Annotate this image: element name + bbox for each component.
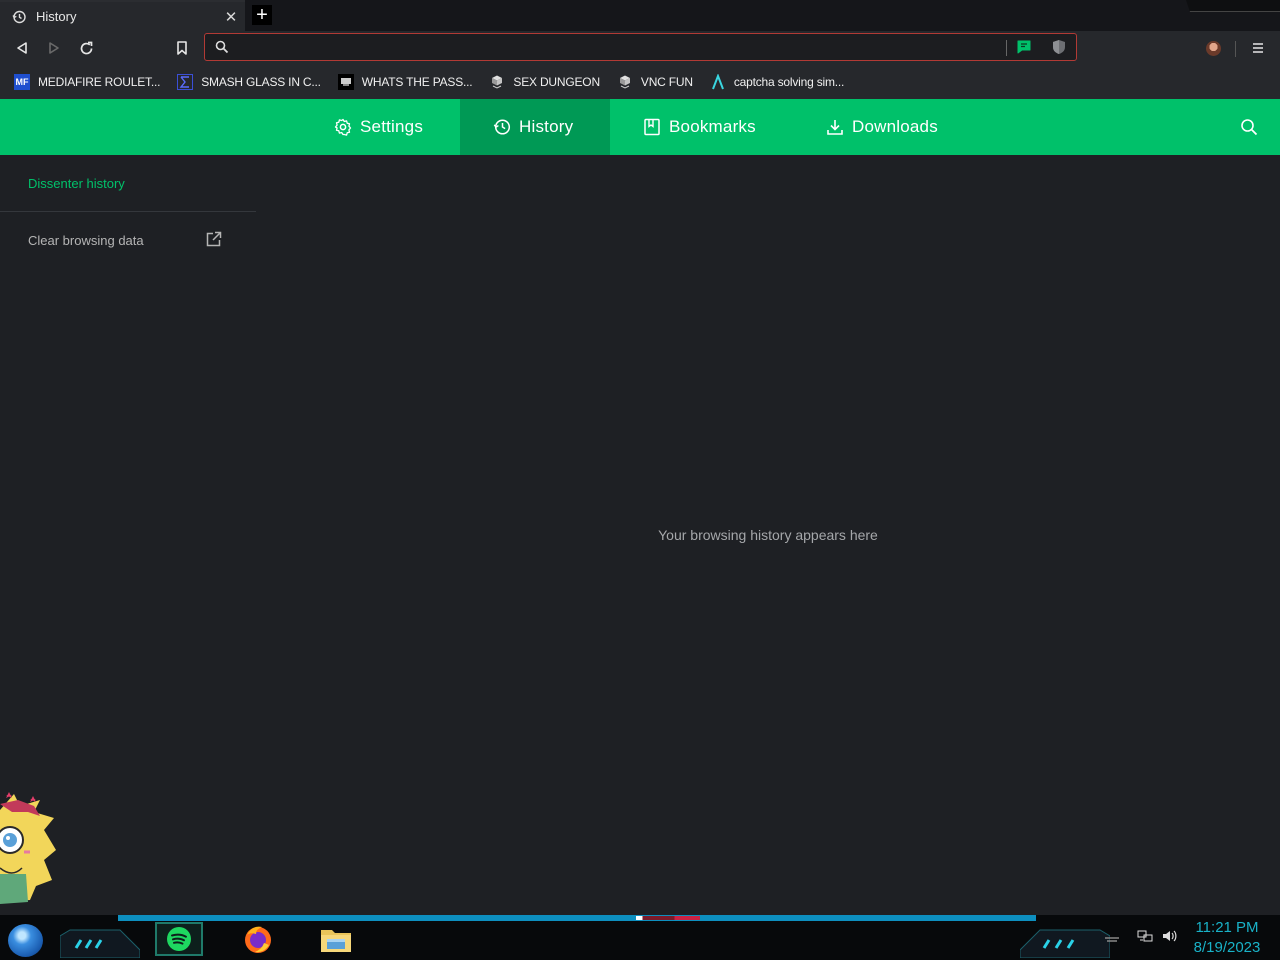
bookmark-item[interactable]: MF MEDIAFIRE ROULET... <box>14 70 160 94</box>
url-bar[interactable] <box>204 33 1077 61</box>
bookmark-label: MEDIAFIRE ROULET... <box>38 74 161 89</box>
window-controls[interactable] <box>1186 0 1280 12</box>
back-icon <box>17 42 27 54</box>
bookmarks-icon <box>644 118 660 136</box>
taskbar-progress-accent <box>636 916 700 920</box>
clear-browsing-data-link[interactable]: Clear browsing data <box>28 233 144 248</box>
shield-icon[interactable] <box>1052 39 1066 55</box>
spotify-icon <box>167 927 191 951</box>
external-link-icon[interactable] <box>205 231 222 248</box>
firefox-icon <box>245 926 271 953</box>
sigma-icon <box>177 73 194 90</box>
bookmark-label: SEX DUNGEON <box>513 74 600 89</box>
bookmark-item[interactable]: SMASH GLASS IN C... <box>177 70 321 94</box>
bookmark-page-button[interactable] <box>171 37 193 59</box>
bookmark-label: SMASH GLASS IN C... <box>201 74 321 89</box>
sidebar-divider <box>0 211 256 212</box>
reload-button[interactable] <box>75 37 97 59</box>
profile-avatar[interactable] <box>1206 41 1221 56</box>
tab-history[interactable]: History ✕ <box>0 0 245 31</box>
bookmarks-bar: MF MEDIAFIRE ROULET... SMASH GLASS IN C.… <box>0 64 1280 99</box>
history-icon <box>12 10 26 24</box>
tab-downloads[interactable]: Downloads <box>826 99 956 155</box>
taskbar <box>0 915 1280 960</box>
lambda-icon <box>710 73 726 90</box>
tab-strip: History ✕ + <box>0 0 1280 31</box>
history-icon <box>493 119 511 135</box>
toolbar-divider <box>1235 41 1236 57</box>
sidebar-heading[interactable]: Dissenter history <box>28 176 125 191</box>
start-button[interactable] <box>8 924 43 957</box>
menu-button[interactable] <box>1247 37 1269 59</box>
tab-bookmarks-label: Bookmarks <box>669 117 756 136</box>
tab-history-label: History <box>519 117 574 136</box>
tray-overflow-icon[interactable] <box>1104 928 1120 944</box>
hamburger-menu-icon <box>1253 43 1263 53</box>
clock-date[interactable]: 8/19/2023 <box>1190 939 1264 956</box>
history-content: Your browsing history appears here <box>256 155 1280 915</box>
back-button[interactable] <box>11 37 33 59</box>
tab-title: History <box>36 9 77 24</box>
desktop-character-widget[interactable] <box>0 790 56 915</box>
bookmark-item[interactable]: captcha solving sim... <box>710 70 844 94</box>
tab-settings-label: Settings <box>360 117 424 136</box>
network-icon[interactable] <box>1137 928 1153 944</box>
tab-downloads-label: Downloads <box>852 117 938 136</box>
empty-state-message: Your browsing history appears here <box>658 527 878 543</box>
taskbar-stripe <box>118 915 1036 921</box>
bookmark-item[interactable]: VNC FUN <box>617 70 693 94</box>
clock-time[interactable]: 11:21 PM <box>1190 919 1264 936</box>
close-icon[interactable]: ✕ <box>223 9 239 26</box>
taskbar-decoration <box>60 929 140 958</box>
server-icon <box>489 74 505 90</box>
bookmark-item[interactable]: WHATS THE PASS... <box>337 70 473 94</box>
url-input[interactable] <box>237 37 997 57</box>
search-icon <box>215 40 229 54</box>
search-icon[interactable] <box>1240 118 1258 136</box>
taskbar-decoration <box>1020 929 1110 958</box>
server-icon <box>617 74 633 90</box>
page-nav: Settings History Bookmarks Downloads <box>0 99 1280 155</box>
terminal-icon <box>337 73 354 90</box>
tab-settings[interactable]: Settings <box>334 99 444 155</box>
forward-button[interactable] <box>43 37 65 59</box>
dissenter-comment-icon[interactable] <box>1016 39 1032 55</box>
taskbar-firefox-app[interactable] <box>234 922 282 956</box>
url-divider <box>1006 40 1007 56</box>
folder-icon <box>321 930 351 952</box>
toolbar <box>0 31 1280 86</box>
new-tab-button[interactable]: + <box>252 4 272 26</box>
download-icon <box>827 120 843 135</box>
bookmark-icon <box>177 41 187 55</box>
mediafire-icon: MF <box>14 73 30 90</box>
bookmark-label: VNC FUN <box>640 74 693 89</box>
tab-bookmarks[interactable]: Bookmarks <box>643 99 773 155</box>
bookmark-label: captcha solving sim... <box>733 74 845 89</box>
reload-icon <box>80 41 92 54</box>
forward-icon <box>49 42 59 54</box>
gear-icon <box>334 118 352 136</box>
bookmark-label: WHATS THE PASS... <box>361 74 473 89</box>
taskbar-spotify-app[interactable] <box>155 922 203 956</box>
volume-icon[interactable] <box>1161 928 1177 944</box>
bookmark-item[interactable]: SEX DUNGEON <box>489 70 600 94</box>
tab-history[interactable]: History <box>460 99 610 155</box>
taskbar-explorer-app[interactable] <box>312 922 360 956</box>
